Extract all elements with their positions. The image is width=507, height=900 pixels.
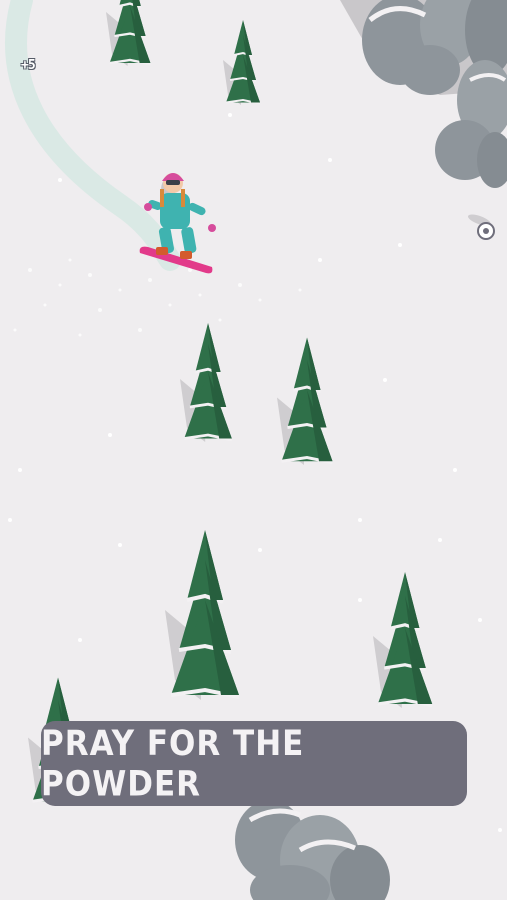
- trick-score-popup: +5: [21, 58, 36, 73]
- coin-icon[interactable]: [467, 212, 495, 240]
- pine-tree-icon: [178, 321, 234, 444]
- game-scene[interactable]: +5 PRAY FOR THE POWDER: [0, 0, 507, 900]
- pine-tree-icon: [222, 19, 261, 106]
- pine-tree-icon: [163, 528, 241, 702]
- snow-spray: [13, 258, 302, 337]
- rock-cluster-bottom: [235, 800, 390, 900]
- pine-tree-icon: [275, 336, 334, 467]
- pine-tree-icon: [104, 0, 152, 68]
- tagline-text: PRAY FOR THE POWDER: [41, 723, 305, 804]
- pine-tree-icon: [371, 570, 434, 710]
- rock-cluster-top: [340, 0, 507, 188]
- tagline-banner: PRAY FOR THE POWDER: [41, 721, 467, 806]
- ski-trail: [5, 0, 181, 271]
